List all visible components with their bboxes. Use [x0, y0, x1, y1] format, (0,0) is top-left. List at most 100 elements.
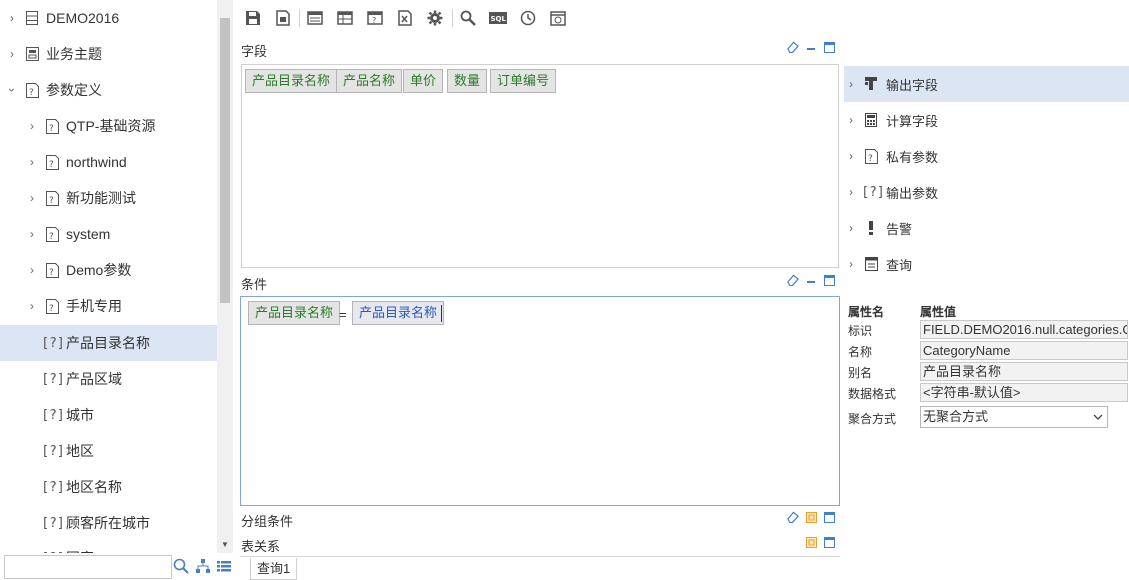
chevron-right-icon[interactable]: › — [26, 191, 38, 205]
prop-value-field[interactable]: FIELD.DEMO2016.null.categories.CategoryN… — [920, 320, 1128, 339]
save-as-icon[interactable] — [274, 9, 292, 27]
grid-layout-icon[interactable] — [336, 9, 354, 27]
condition-left-chip[interactable]: 产品目录名称 — [248, 301, 341, 325]
prop-value-field[interactable]: <字符串-默认值> — [920, 383, 1128, 402]
acc-output-params[interactable]: › [?] 输出参数 — [844, 174, 1129, 210]
scrollbar-thumb[interactable] — [220, 18, 230, 303]
chevron-right-icon[interactable]: › — [849, 257, 853, 271]
tree-item-demo2016[interactable]: › DEMO2016 — [0, 0, 217, 36]
chevron-down-icon[interactable] — [1093, 407, 1103, 434]
chevron-right-icon[interactable]: › — [26, 263, 38, 277]
acc-label: 查询 — [886, 257, 913, 273]
minimize-icon[interactable] — [805, 41, 817, 53]
maximize-icon[interactable] — [823, 511, 835, 523]
toolbar: ? SQL — [235, 0, 1129, 36]
param-folder-icon: ? — [45, 190, 59, 206]
chevron-right-icon[interactable]: › — [849, 149, 853, 163]
save-icon[interactable] — [244, 9, 262, 27]
tree-item-label: 新功能测试 — [66, 190, 136, 206]
chevron-right-icon[interactable]: › — [6, 11, 18, 25]
acc-private-params[interactable]: › ? 私有参数 — [844, 138, 1129, 174]
minimize-icon[interactable] — [805, 274, 817, 286]
field-chip[interactable]: 单价 — [403, 69, 444, 93]
chevron-right-icon[interactable]: › — [26, 227, 38, 241]
eraser-icon[interactable] — [787, 274, 799, 286]
maximize-icon[interactable] — [823, 274, 835, 286]
chevron-right-icon[interactable]: › — [849, 185, 853, 199]
tree-item-customer-city[interactable]: [?] 顾客所在城市 — [0, 505, 217, 541]
calculator-icon — [864, 113, 878, 128]
chevron-right-icon[interactable]: › — [849, 77, 853, 91]
list-view-icon[interactable] — [216, 558, 232, 574]
clock-icon[interactable] — [519, 9, 537, 27]
tree-item-new-feature-test[interactable]: › ? 新功能测试 — [0, 180, 217, 216]
restore-icon[interactable] — [805, 511, 817, 523]
param-icon: [?] — [41, 443, 65, 459]
group-conditions-title[interactable]: 分组条件 — [241, 511, 293, 530]
tree-search-input[interactable] — [4, 555, 172, 579]
prop-row-alias: 别名 产品目录名称 — [844, 361, 1129, 382]
field-chip[interactable]: 数量 — [447, 69, 488, 93]
maximize-icon[interactable] — [823, 536, 835, 548]
tree-item-system[interactable]: › ? system — [0, 216, 217, 252]
prop-value-field[interactable]: CategoryName — [920, 341, 1128, 360]
acc-query[interactable]: › 查询 — [844, 246, 1129, 282]
chevron-right-icon[interactable]: › — [26, 155, 38, 169]
private-param-icon: ? — [864, 148, 878, 164]
fields-panel[interactable]: 产品目录名称 产品名称 单价 数量 订单编号 — [241, 64, 839, 268]
tree-scrollbar[interactable]: ▼ — [217, 0, 233, 553]
hierarchy-icon[interactable] — [195, 558, 211, 574]
chevron-down-icon[interactable]: › — [5, 84, 19, 96]
eraser-icon[interactable] — [787, 511, 799, 523]
svg-text:?: ? — [868, 154, 873, 164]
maximize-icon[interactable] — [823, 41, 835, 53]
table-relations-title[interactable]: 表关系 — [241, 536, 280, 555]
prop-value-field[interactable]: 产品目录名称 — [920, 362, 1128, 381]
tree-item-region-name[interactable]: [?] 地区名称 — [0, 469, 217, 505]
sql-icon[interactable]: SQL — [489, 9, 507, 27]
acc-output-fields[interactable]: › 输出字段 — [844, 66, 1129, 102]
schedule-icon[interactable] — [549, 9, 567, 27]
aggregate-select[interactable]: 无聚合方式 — [920, 406, 1108, 428]
eraser-icon[interactable] — [787, 41, 799, 53]
conditions-panel[interactable]: 产品目录名称 = 产品目录名称 — [240, 296, 840, 506]
layout-icon[interactable] — [306, 9, 324, 27]
search-icon[interactable] — [459, 9, 477, 27]
chevron-right-icon[interactable]: › — [26, 299, 38, 313]
tree-item-product-region[interactable]: [?] 产品区域 — [0, 361, 217, 397]
condition-right-chip[interactable]: 产品目录名称 — [352, 301, 445, 325]
tree-item-country[interactable]: [?] 国家 — [0, 540, 217, 553]
export-excel-icon[interactable] — [396, 9, 414, 27]
tab-query-1[interactable]: 查询1 — [250, 558, 298, 580]
condition-operator[interactable]: = — [339, 307, 347, 322]
tree-item-business-topic[interactable]: › 业务主题 — [0, 36, 217, 72]
text-caret — [441, 305, 442, 322]
field-chip[interactable]: 订单编号 — [490, 69, 557, 93]
chevron-right-icon[interactable]: › — [26, 119, 38, 133]
chevron-right-icon[interactable]: › — [6, 47, 18, 61]
restore-icon[interactable] — [805, 536, 817, 548]
param-folder-icon: ? — [45, 154, 59, 170]
tree-item-northwind[interactable]: › ? northwind — [0, 144, 217, 180]
acc-alerts[interactable]: › 告警 — [844, 210, 1129, 246]
chevron-right-icon[interactable]: › — [849, 113, 853, 127]
param-settings-icon[interactable]: ? — [366, 9, 384, 27]
toolbar-separator — [299, 9, 300, 27]
tree-item-city[interactable]: [?] 城市 — [0, 397, 217, 433]
field-chip[interactable]: 产品目录名称 — [245, 69, 338, 93]
param-icon: [?] — [41, 515, 65, 531]
search-icon[interactable] — [173, 558, 189, 574]
tree-item-param-definition[interactable]: › ? 参数定义 — [0, 72, 217, 108]
tree-item-region[interactable]: [?] 地区 — [0, 433, 217, 469]
tree-item-category-name[interactable]: [?] 产品目录名称 — [0, 325, 217, 361]
tree-item-demo-params[interactable]: › ? Demo参数 — [0, 252, 217, 288]
chevron-right-icon[interactable]: › — [849, 221, 853, 235]
scroll-down-arrow-icon[interactable]: ▼ — [221, 540, 229, 549]
fields-section-title: 字段 — [241, 44, 268, 59]
field-chip[interactable]: 产品名称 — [336, 69, 403, 93]
output-param-icon: [?] — [861, 184, 885, 200]
acc-calculated-fields[interactable]: › 计算字段 — [844, 102, 1129, 138]
tree-item-mobile[interactable]: › ? 手机专用 — [0, 288, 217, 324]
settings-gear-icon[interactable] — [426, 9, 444, 27]
tree-item-qtp[interactable]: › ? QTP-基础资源 — [0, 108, 217, 144]
